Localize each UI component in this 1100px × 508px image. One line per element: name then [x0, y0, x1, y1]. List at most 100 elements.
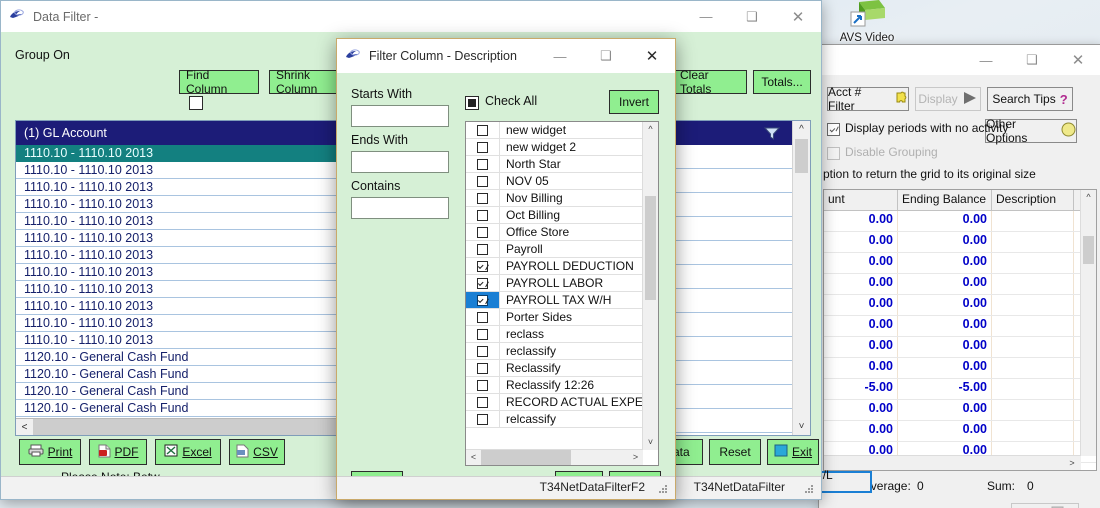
- filter-list-scroll-right-icon[interactable]: >: [628, 450, 643, 465]
- filter-item-checkbox-cell[interactable]: [466, 377, 500, 393]
- invert-button[interactable]: Invert: [609, 90, 659, 114]
- filter-list-item[interactable]: Office Store: [466, 224, 643, 241]
- filter-list-vscrollbar[interactable]: ^ ˅: [642, 122, 658, 450]
- filter-list-item[interactable]: RECORD ACTUAL EXPEN: [466, 394, 643, 411]
- grid-col-ending-balance[interactable]: Ending Balance: [898, 190, 992, 210]
- filter-item-checkbox[interactable]: [477, 362, 488, 374]
- filter-item-checkbox-cell[interactable]: [466, 258, 500, 274]
- filter-dialog-minimize-button[interactable]: —: [537, 41, 583, 72]
- table-row[interactable]: 0.000.00: [824, 295, 1096, 316]
- gl-account-row[interactable]: 1110.10 - 1110.10 2013: [16, 145, 344, 162]
- table-row[interactable]: 0.000.00: [824, 211, 1096, 232]
- acct-number-filter-button[interactable]: Acct # Filter: [827, 85, 909, 113]
- filter-list-item[interactable]: new widget: [466, 122, 643, 139]
- data-filter-reset-button[interactable]: Reset: [709, 439, 761, 465]
- filter-item-checkbox[interactable]: [477, 192, 488, 204]
- bg-maximize-button[interactable]: ❑: [1009, 45, 1055, 76]
- display-periods-checkbox[interactable]: [827, 123, 840, 136]
- totals-button[interactable]: Totals...: [753, 70, 811, 94]
- grid-vscroll-thumb[interactable]: [1083, 236, 1094, 264]
- filter-item-checkbox-cell[interactable]: [466, 241, 500, 257]
- gl-account-row[interactable]: 1110.10 - 1110.10 2013: [16, 179, 344, 196]
- gl-list-hscrollbar[interactable]: <: [16, 418, 344, 435]
- gl-account-row[interactable]: 1110.10 - 1110.10 2013: [16, 315, 344, 332]
- disable-grouping-checkbox[interactable]: [827, 147, 840, 160]
- gl-account-row[interactable]: 1110.10 - 1110.10 2013: [16, 230, 344, 247]
- balance-grid-vscrollbar[interactable]: ^: [1080, 190, 1096, 456]
- filter-list-item[interactable]: PAYROLL TAX W/H: [466, 292, 643, 309]
- gl-account-row[interactable]: 1110.10 - 1110.10 2013: [16, 196, 344, 213]
- filter-list-item[interactable]: North Star: [466, 156, 643, 173]
- table-row[interactable]: 0.000.00: [824, 232, 1096, 253]
- filter-list-item[interactable]: reclassify: [466, 343, 643, 360]
- filter-item-checkbox[interactable]: [477, 175, 488, 187]
- check-all-checkbox[interactable]: [465, 96, 479, 110]
- filter-item-checkbox-cell[interactable]: [466, 343, 500, 359]
- filter-list-hscrollbar[interactable]: < >: [466, 449, 643, 465]
- gl-account-row[interactable]: 1110.10 - 1110.10 2013: [16, 281, 344, 298]
- description-grid-vscrollbar[interactable]: ^ ˅: [792, 121, 810, 435]
- table-row[interactable]: 0.000.00: [824, 421, 1096, 442]
- gl-account-row[interactable]: 1110.10 - 1110.10 2013: [16, 298, 344, 315]
- filter-item-checkbox[interactable]: [477, 396, 488, 408]
- grid-scroll-right-icon[interactable]: >: [1065, 456, 1079, 470]
- grid-scroll-up-icon[interactable]: ^: [1081, 190, 1096, 205]
- display-button[interactable]: Display: [915, 87, 981, 111]
- filter-list-scroll-down-icon[interactable]: ˅: [643, 435, 658, 450]
- description-scroll-up-icon[interactable]: ^: [793, 121, 810, 138]
- filter-item-checkbox[interactable]: [477, 209, 488, 221]
- table-row[interactable]: 0.000.00: [824, 316, 1096, 337]
- filter-list-scroll-left-icon[interactable]: <: [466, 450, 481, 465]
- filter-dialog-maximize-button[interactable]: ❑: [583, 41, 629, 72]
- contains-input[interactable]: [351, 197, 449, 219]
- filter-item-checkbox[interactable]: [477, 294, 488, 306]
- filter-item-checkbox-cell[interactable]: [466, 360, 500, 376]
- data-filter-close-button[interactable]: ✕: [775, 1, 821, 32]
- data-filter-minimize-button[interactable]: —: [683, 1, 729, 32]
- filter-list-item[interactable]: NOV 05: [466, 173, 643, 190]
- filter-item-checkbox[interactable]: [477, 243, 488, 255]
- filter-list-item[interactable]: PAYROLL LABOR: [466, 275, 643, 292]
- filter-item-checkbox[interactable]: [477, 260, 488, 272]
- table-row[interactable]: 0.000.00: [824, 358, 1096, 379]
- gl-account-row[interactable]: 1110.10 - 1110.10 2013: [16, 247, 344, 264]
- ends-with-input[interactable]: [351, 151, 449, 173]
- filter-item-checkbox-cell[interactable]: [466, 190, 500, 206]
- table-row[interactable]: 0.000.00: [824, 337, 1096, 358]
- filter-dialog-close-button[interactable]: ✕: [629, 41, 675, 72]
- filter-item-checkbox-cell[interactable]: [466, 224, 500, 240]
- gl-account-row[interactable]: 1120.10 - General Cash Fund: [16, 383, 344, 400]
- filter-item-checkbox[interactable]: [477, 345, 488, 357]
- filter-item-checkbox[interactable]: [477, 277, 488, 289]
- filter-item-checkbox[interactable]: [477, 328, 488, 340]
- filter-item-checkbox[interactable]: [477, 141, 488, 153]
- filter-funnel-icon[interactable]: [763, 127, 781, 143]
- description-vscroll-thumb[interactable]: [795, 139, 808, 173]
- description-scroll-down-icon[interactable]: ˅: [793, 418, 810, 435]
- filter-item-checkbox-cell[interactable]: [466, 309, 500, 325]
- filter-item-checkbox-cell[interactable]: [466, 139, 500, 155]
- filter-list-item[interactable]: Reclassify 12:26: [466, 377, 643, 394]
- filter-list-item[interactable]: Reclassify: [466, 360, 643, 377]
- filter-item-checkbox-cell[interactable]: [466, 292, 500, 308]
- filter-list-hscroll-thumb[interactable]: [481, 450, 571, 465]
- filter-item-checkbox-cell[interactable]: [466, 173, 500, 189]
- filter-list-item[interactable]: Oct Billing: [466, 207, 643, 224]
- filter-item-checkbox-cell[interactable]: [466, 275, 500, 291]
- gl-account-row[interactable]: 1120.10 - General Cash Fund: [16, 349, 344, 366]
- gl-account-row[interactable]: 1110.10 - 1110.10 2013: [16, 162, 344, 179]
- filter-item-checkbox-cell[interactable]: [466, 207, 500, 223]
- gl-account-row[interactable]: 1110.10 - 1110.10 2013: [16, 332, 344, 349]
- filter-item-checkbox[interactable]: [477, 226, 488, 238]
- filter-item-checkbox[interactable]: [477, 124, 488, 136]
- filter-item-checkbox-cell[interactable]: [466, 394, 500, 410]
- clear-totals-button[interactable]: Clear Totals: [673, 68, 747, 96]
- filter-item-checkbox-cell[interactable]: [466, 156, 500, 172]
- filter-list-vscroll-thumb[interactable]: [645, 196, 656, 300]
- gl-account-row[interactable]: 1110.10 - 1110.10 2013: [16, 213, 344, 230]
- filter-item-checkbox-cell[interactable]: [466, 326, 500, 342]
- gl-account-row[interactable]: 1110.10 - 1110.10 2013: [16, 264, 344, 281]
- pdf-button[interactable]: PDF: [89, 439, 147, 465]
- filter-item-checkbox[interactable]: [477, 379, 488, 391]
- table-row[interactable]: 0.000.00: [824, 253, 1096, 274]
